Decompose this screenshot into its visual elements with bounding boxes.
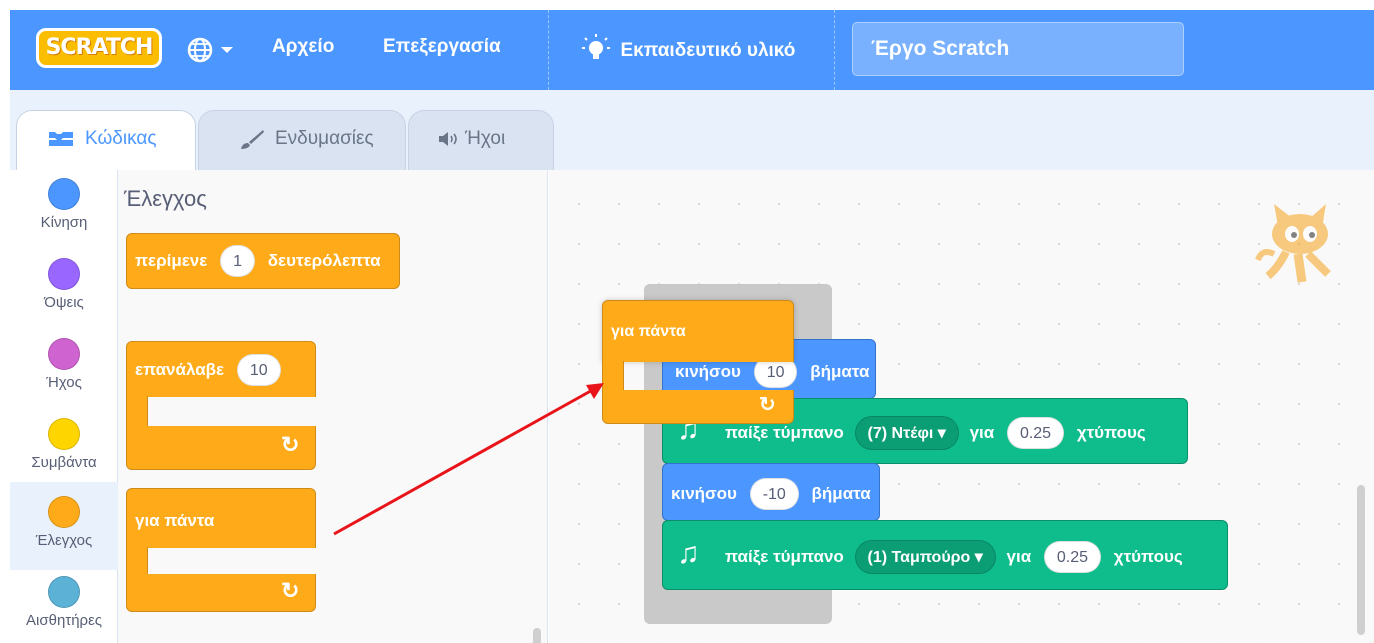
- tab-code[interactable]: Κώδικας: [16, 110, 196, 171]
- loop-arrow-icon: ↻: [281, 432, 300, 457]
- palette-wait-block[interactable]: περίμενε 1 δευτερόλεπτα: [126, 233, 400, 289]
- drum-select[interactable]: (7) Ντέφι ▾: [854, 416, 959, 450]
- forever-block-label: για πάντα: [135, 511, 215, 530]
- menu-divider: [834, 10, 835, 90]
- speaker-icon: [439, 131, 457, 146]
- workspace-scrollbar[interactable]: [1357, 485, 1365, 635]
- tab-costumes-label: Ενδυμασίες: [275, 128, 374, 149]
- category-control-dot: [48, 496, 80, 528]
- language-menu[interactable]: [185, 34, 245, 66]
- move-block-label: κινήσου: [675, 362, 741, 381]
- category-looks-dot: [48, 258, 80, 290]
- category-control-label: Έλεγχος: [35, 532, 93, 549]
- edit-menu[interactable]: Επεξεργασία: [383, 36, 501, 58]
- drum-select-value: (1) Ταμπούρο: [867, 549, 971, 566]
- wait-block-unit: δευτερόλεπτα: [267, 251, 381, 270]
- move-block-unit: βήματα: [811, 484, 871, 503]
- dragged-forever-block[interactable]: για πάντα: [602, 300, 794, 362]
- menu-divider: [548, 10, 549, 90]
- drum-select-value: (7) Ντέφι: [867, 425, 934, 442]
- category-sound-dot: [48, 338, 80, 370]
- wait-seconds-input[interactable]: 1: [220, 245, 255, 277]
- tab-sounds[interactable]: Ήχοι: [408, 110, 554, 170]
- category-events-dot: [48, 418, 80, 450]
- move-steps-block[interactable]: κινήσου -10 βήματα: [662, 463, 880, 521]
- project-title-input[interactable]: Έργο Scratch: [852, 22, 1184, 76]
- scratch-logo[interactable]: SCRATCH: [36, 28, 162, 68]
- drum-block-unit: χτύπους: [1076, 423, 1146, 442]
- forever-block-footer: ↻: [126, 574, 316, 612]
- repeat-block-footer: ↻: [126, 426, 316, 470]
- drum-select[interactable]: (1) Ταμπούρο ▾: [854, 540, 996, 574]
- repeat-count-input[interactable]: 10: [236, 354, 281, 386]
- category-sound-label: Ήχος: [46, 374, 82, 391]
- drum-block-label: παίξε τύμπανο: [725, 547, 844, 566]
- category-menu: Κίνηση Όψεις Ήχος Συμβάντα Έλεγχος Αισθη…: [10, 170, 118, 643]
- move-block-label: κινήσου: [671, 484, 737, 503]
- tutorials-button[interactable]: Εκπαιδευτικό υλικό: [580, 32, 795, 68]
- palette-repeat-block[interactable]: επανάλαβε 10: [126, 341, 316, 397]
- drum-block-label: παίξε τύμπανο: [725, 423, 844, 442]
- tutorials-label: Εκπαιδευτικό υλικό: [620, 40, 796, 62]
- category-control[interactable]: Έλεγχος: [10, 482, 118, 570]
- drum-block-for: για: [969, 423, 995, 442]
- category-sensing-label: Αισθητήρες: [26, 612, 102, 629]
- drum-block-for: για: [1006, 547, 1032, 566]
- dragged-forever-footer: ↻: [602, 390, 794, 424]
- wait-block-label: περίμενε: [135, 251, 208, 270]
- palette-section-title: Έλεγχος: [124, 186, 207, 211]
- move-block-unit: βήματα: [810, 362, 870, 381]
- music-note-icon: ♫: [677, 537, 700, 570]
- category-events-label: Συμβάντα: [31, 454, 97, 471]
- category-sensing[interactable]: Αισθητήρες: [10, 568, 118, 643]
- category-sound[interactable]: Ήχος: [10, 330, 118, 412]
- category-motion[interactable]: Κίνηση: [10, 170, 118, 252]
- repeat-block-arm: [126, 396, 148, 426]
- drum-beats-input[interactable]: 0.25: [1043, 541, 1102, 573]
- loop-arrow-icon: ↻: [759, 394, 776, 416]
- forever-block-arm: [126, 547, 148, 575]
- dragged-forever-arm: [602, 361, 624, 391]
- tab-costumes[interactable]: Ενδυμασίες: [198, 110, 406, 170]
- code-blocks-icon: [49, 131, 73, 146]
- tab-sounds-label: Ήχοι: [465, 128, 506, 149]
- play-drum-block[interactable]: ♫ παίξε τύμπανο (1) Ταμπούρο ▾ για 0.25 …: [662, 520, 1228, 590]
- caret-down-icon: [221, 47, 233, 53]
- category-looks[interactable]: Όψεις: [10, 250, 118, 332]
- category-events[interactable]: Συμβάντα: [10, 410, 118, 492]
- paintbrush-icon: [241, 129, 264, 149]
- file-menu[interactable]: Αρχείο: [272, 36, 334, 58]
- move-steps-input[interactable]: -10: [749, 478, 799, 510]
- lightbulb-icon: [582, 34, 610, 59]
- scratch-cat-sprite[interactable]: [1248, 196, 1344, 292]
- category-looks-label: Όψεις: [44, 294, 84, 311]
- repeat-block-label: επανάλαβε: [135, 360, 225, 379]
- drum-block-unit: χτύπους: [1113, 547, 1183, 566]
- scratch-editor: SCRATCH Αρχείο Επεξεργασία Εκπαιδευτικό …: [0, 0, 1374, 643]
- loop-arrow-icon: ↻: [281, 578, 300, 603]
- category-motion-label: Κίνηση: [40, 214, 88, 231]
- drum-beats-input[interactable]: 0.25: [1006, 417, 1065, 449]
- tab-code-label: Κώδικας: [85, 128, 157, 149]
- palette-scrollbar[interactable]: [533, 628, 541, 643]
- menu-bar: SCRATCH Αρχείο Επεξεργασία Εκπαιδευτικό …: [10, 10, 1374, 90]
- dragged-forever-label: για πάντα: [611, 323, 686, 340]
- category-motion-dot: [48, 178, 80, 210]
- editor-tabs: Κώδικας Ενδυμασίες Ήχοι: [10, 90, 1374, 171]
- palette-forever-block[interactable]: για πάντα: [126, 488, 316, 548]
- category-sensing-dot: [48, 576, 80, 608]
- globe-icon: [187, 37, 233, 63]
